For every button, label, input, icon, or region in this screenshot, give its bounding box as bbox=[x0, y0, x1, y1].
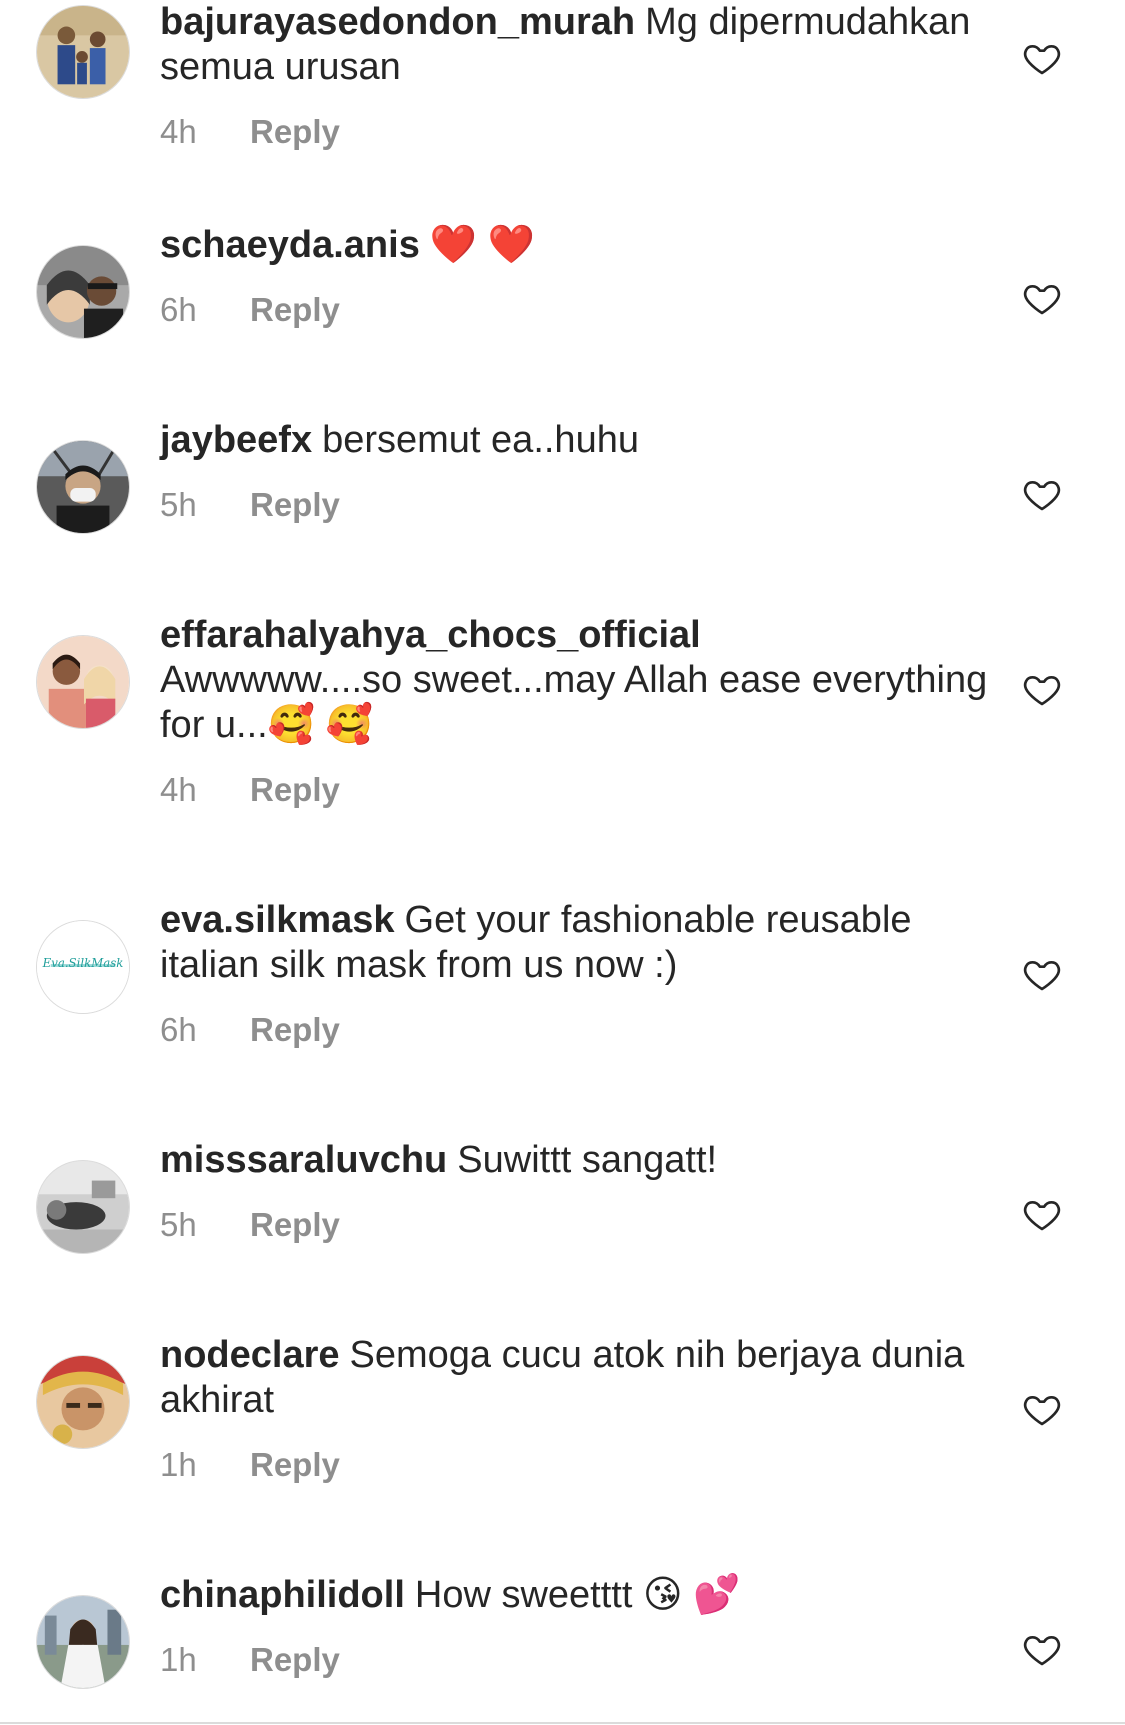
heart-outline-icon[interactable] bbox=[1022, 38, 1062, 78]
heart-outline-icon[interactable] bbox=[1022, 1194, 1062, 1234]
heart-outline-icon[interactable] bbox=[1022, 1389, 1062, 1429]
user-avatar[interactable] bbox=[36, 5, 130, 99]
comment-meta: 6h Reply bbox=[160, 1010, 990, 1050]
heart-outline-icon[interactable] bbox=[1022, 954, 1062, 994]
comment-text: bajurayasedondon_murah Mg dipermudahkan s… bbox=[160, 0, 990, 90]
user-avatar[interactable] bbox=[36, 635, 130, 729]
comment-message: ❤️ ❤️ bbox=[429, 224, 536, 266]
comment-message: How sweetttt 😘 💕 bbox=[414, 1574, 741, 1616]
reply-button[interactable]: Reply bbox=[250, 1206, 340, 1243]
reply-button[interactable]: Reply bbox=[250, 486, 340, 523]
reply-button[interactable]: Reply bbox=[250, 771, 340, 808]
comment-text: jaybeefx bersemut ea..huhu bbox=[160, 418, 990, 463]
comment-text: nodeclare Semoga cucu atok nih berjaya du… bbox=[160, 1333, 990, 1423]
comment-text: eva.silkmask Get your fashionable reusabl… bbox=[160, 898, 990, 988]
user-avatar[interactable] bbox=[36, 1355, 130, 1449]
reply-button[interactable]: Reply bbox=[250, 1641, 340, 1678]
comment-message: bersemut ea..huhu bbox=[322, 419, 639, 461]
comment-timestamp: 5h bbox=[160, 486, 197, 523]
comment-username[interactable]: chinaphilidoll bbox=[160, 1574, 405, 1616]
reply-button[interactable]: Reply bbox=[250, 291, 340, 328]
comment-meta: 1h Reply bbox=[160, 1445, 990, 1485]
comment-message: Awwwww....so sweet...may Allah ease ever… bbox=[160, 659, 988, 746]
comment-list: bajurayasedondon_murah Mg dipermudahkan s… bbox=[0, 0, 1125, 1725]
bottom-divider bbox=[0, 1722, 1125, 1724]
comment-text: effarahalyahya_chocs_official Awwwww....s… bbox=[160, 613, 990, 748]
comment-username[interactable]: bajurayasedondon_murah bbox=[160, 1, 635, 43]
comment-username[interactable]: jaybeefx bbox=[160, 419, 312, 461]
heart-outline-icon[interactable] bbox=[1022, 1629, 1062, 1669]
comment-timestamp: 1h bbox=[160, 1641, 197, 1678]
comment-text: schaeyda.anis ❤️ ❤️ bbox=[160, 223, 990, 268]
comment-meta: 1h Reply bbox=[160, 1640, 990, 1680]
comment-timestamp: 1h bbox=[160, 1446, 197, 1483]
reply-button[interactable]: Reply bbox=[250, 1011, 340, 1048]
heart-outline-icon[interactable] bbox=[1022, 278, 1062, 318]
comment-username[interactable]: misssaraluvchu bbox=[160, 1139, 447, 1181]
comment-username[interactable]: nodeclare bbox=[160, 1334, 340, 1376]
comment-meta: 5h Reply bbox=[160, 1205, 990, 1245]
heart-outline-icon[interactable] bbox=[1022, 474, 1062, 514]
avatar-logo-text: Eva.SilkMask bbox=[42, 956, 124, 970]
comment-meta: 4h Reply bbox=[160, 112, 990, 152]
user-avatar[interactable] bbox=[36, 1595, 130, 1689]
comment-timestamp: 5h bbox=[160, 1206, 197, 1243]
comment-timestamp: 4h bbox=[160, 771, 197, 808]
user-avatar[interactable] bbox=[36, 440, 130, 534]
comment-username[interactable]: schaeyda.anis bbox=[160, 224, 420, 266]
comment-timestamp: 6h bbox=[160, 291, 197, 328]
comment-username[interactable]: eva.silkmask bbox=[160, 899, 395, 941]
comment-meta: 6h Reply bbox=[160, 290, 990, 330]
comment-timestamp: 4h bbox=[160, 113, 197, 150]
user-avatar[interactable] bbox=[36, 245, 130, 339]
comment-text: misssaraluvchu Suwittt sangatt! bbox=[160, 1138, 990, 1183]
comment-timestamp: 6h bbox=[160, 1011, 197, 1048]
user-avatar[interactable] bbox=[36, 1160, 130, 1254]
comment-text: chinaphilidoll How sweetttt 😘 💕 bbox=[160, 1573, 990, 1618]
heart-outline-icon[interactable] bbox=[1022, 669, 1062, 709]
comment-username[interactable]: effarahalyahya_chocs_official bbox=[160, 614, 701, 656]
comment-meta: 4h Reply bbox=[160, 770, 990, 810]
comment-meta: 5h Reply bbox=[160, 485, 990, 525]
avatar-logo[interactable]: Eva.SilkMask bbox=[36, 920, 130, 1014]
reply-button[interactable]: Reply bbox=[250, 1446, 340, 1483]
comment-message: Suwittt sangatt! bbox=[457, 1139, 718, 1181]
reply-button[interactable]: Reply bbox=[250, 113, 340, 150]
